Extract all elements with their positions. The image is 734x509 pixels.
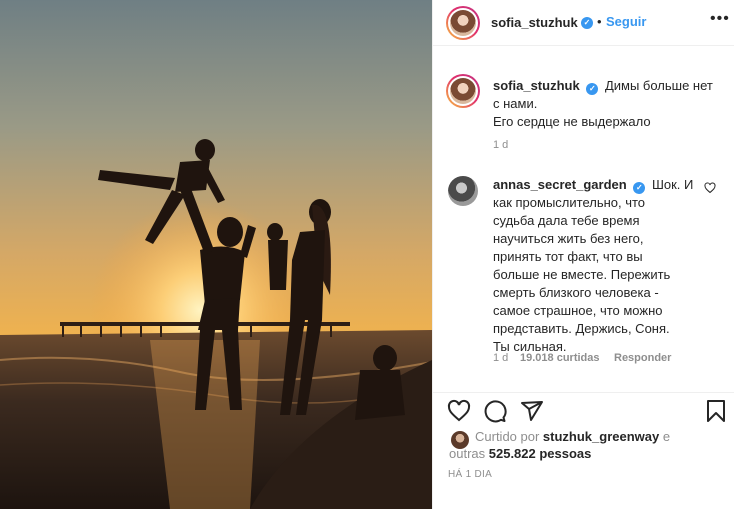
comment-line-4: научиться жить без него, — [493, 231, 644, 246]
share-direct-icon[interactable] — [520, 399, 544, 423]
caption-line-3: Его сердце не выдержало — [493, 114, 651, 129]
comment-line-2: как промыслительно, что — [493, 195, 646, 210]
author-avatar[interactable] — [446, 6, 480, 40]
post-header: sofia_stuzhuk ✓ • Seguir ••• — [433, 0, 734, 46]
comment-line-1: Шок. И — [651, 177, 694, 192]
follow-button[interactable]: Seguir — [606, 14, 646, 29]
comment-like-heart-icon[interactable] — [704, 182, 716, 194]
comment-body: annas_secret_garden ✓ Шок. И как промысл… — [493, 176, 703, 356]
comment-line-7: смерть близкого человека - — [493, 285, 659, 300]
comment-likes-count[interactable]: 19.018 curtidas — [520, 352, 600, 364]
verified-badge-icon: ✓ — [581, 17, 593, 29]
commenter-verified-badge-icon: ✓ — [633, 182, 646, 194]
more-options-icon[interactable]: ••• — [710, 10, 730, 28]
comment-line-5: принять тот факт, что вы — [493, 249, 643, 264]
likes-summary: Curtido por stuzhuk_greenway e outras 52… — [449, 428, 729, 462]
comment-line-8: самое страшное, что можно — [493, 303, 663, 318]
beach-sunset-image — [0, 0, 432, 509]
comment-age[interactable]: 1 d — [493, 352, 508, 364]
commenter-avatar[interactable] — [448, 176, 478, 206]
caption-age[interactable]: 1 d — [493, 139, 508, 151]
likes-line2-prefix: outras — [449, 446, 489, 461]
comment-bubble-icon[interactable] — [483, 399, 507, 423]
caption-line-2: с нами. — [493, 96, 538, 111]
save-bookmark-icon[interactable] — [704, 399, 728, 423]
likes-count[interactable]: 525.822 pessoas — [489, 446, 592, 461]
caption-verified-badge-icon: ✓ — [586, 83, 599, 95]
like-heart-icon[interactable] — [447, 399, 471, 423]
header-separator: • — [597, 14, 602, 29]
comment-line-6: больше не вместе. Пережить — [493, 267, 671, 282]
action-bar — [433, 392, 734, 428]
post-photo[interactable] — [0, 0, 432, 509]
post-caption: sofia_stuzhuk ✓ Димы больше нет с нами. … — [493, 77, 729, 131]
author-username[interactable]: sofia_stuzhuk — [491, 15, 578, 30]
commenter-username[interactable]: annas_secret_garden — [493, 177, 627, 192]
caption-line-1: Димы больше нет — [604, 78, 713, 93]
comment-line-3: судьба дала тебе время — [493, 213, 640, 228]
post-details-panel: sofia_stuzhuk ✓ • Seguir ••• sofia_stuzh… — [432, 0, 734, 509]
reply-button[interactable]: Responder — [614, 352, 671, 364]
comment-line-9: представить. Держись, Соня. — [493, 321, 670, 336]
comment-likes-text: 19.018 curtidas — [520, 352, 600, 364]
likes-prefix: Curtido por — [475, 429, 543, 444]
post-date[interactable]: HÁ 1 DIA — [448, 469, 492, 480]
caption-author-username[interactable]: sofia_stuzhuk — [493, 78, 580, 93]
caption-author-avatar[interactable] — [446, 74, 480, 108]
likes-suffix: e — [659, 429, 671, 444]
liker-username[interactable]: stuzhuk_greenway — [543, 429, 659, 444]
